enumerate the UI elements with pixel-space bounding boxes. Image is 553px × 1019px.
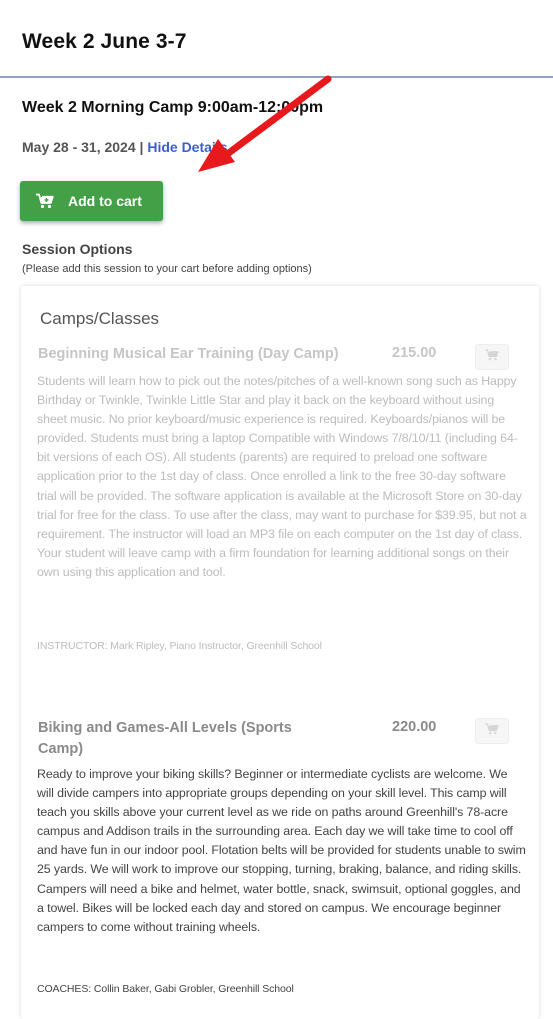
- item-name: Beginning Musical Ear Training (Day Camp…: [38, 346, 339, 362]
- cart-plus-icon: [36, 193, 54, 209]
- options-card: Camps/Classes Beginning Musical Ear Trai…: [21, 286, 539, 1019]
- hide-details-link[interactable]: Hide Details: [147, 139, 227, 155]
- add-to-cart-button[interactable]: Add to cart: [20, 181, 163, 221]
- session-dates: May 28 - 31, 2024: [22, 139, 136, 155]
- page-title: Week 2 June 3-7: [22, 30, 187, 53]
- session-options-title: Session Options: [22, 241, 133, 257]
- item-instructor: INSTRUCTOR: Mark Ripley, Piano Instructo…: [37, 640, 322, 652]
- item-name: Biking and Games-All Levels (Sports Camp…: [38, 720, 292, 757]
- cart-plus-icon: [485, 348, 499, 366]
- item-instructor: COACHES: Collin Baker, Gabi Grobler, Gre…: [37, 983, 294, 995]
- add-to-cart-label: Add to cart: [68, 193, 142, 209]
- session-title: Week 2 Morning Camp 9:00am-12:00pm: [22, 99, 324, 116]
- item-add-to-cart-button[interactable]: [475, 344, 509, 370]
- item-description: Ready to improve your biking skills? Beg…: [37, 767, 526, 934]
- item-add-to-cart-button[interactable]: [475, 718, 509, 744]
- session-options-note: (Please add this session to your cart be…: [22, 263, 312, 275]
- page-header: Week 2 June 3-7: [0, 0, 553, 78]
- item-price: 215.00: [392, 345, 437, 361]
- item-description: Students will learn how to pick out the …: [37, 374, 527, 579]
- dates-separator: |: [135, 139, 148, 155]
- camps-classes-title: Camps/Classes: [40, 309, 160, 328]
- cart-plus-icon: [485, 722, 499, 740]
- item-price: 220.00: [392, 719, 437, 735]
- session-dates-row: May 28 - 31, 2024 | Hide Details: [22, 139, 227, 155]
